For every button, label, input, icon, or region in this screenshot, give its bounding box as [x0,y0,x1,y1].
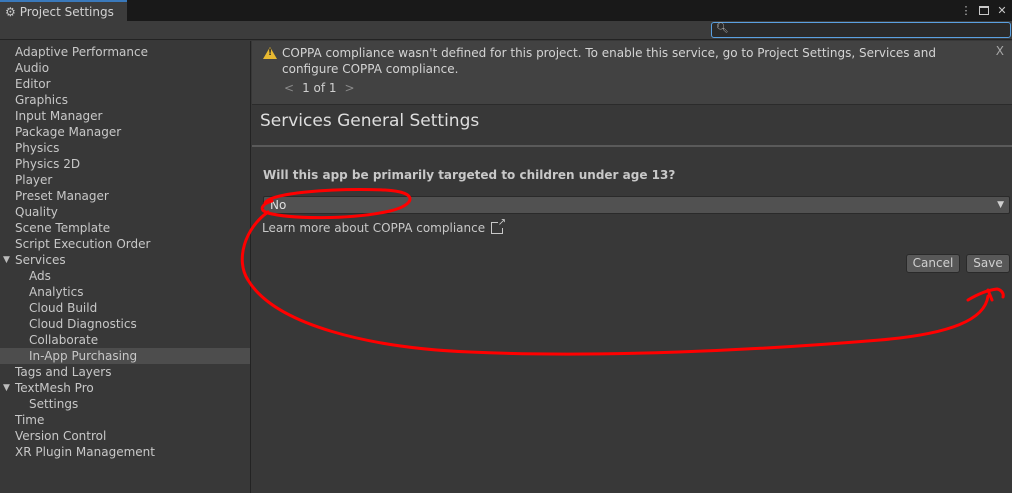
sidebar-item-label: Input Manager [15,109,103,123]
sidebar-item-quality[interactable]: Quality [0,204,250,220]
sidebar-item-label: In-App Purchasing [29,349,138,363]
sidebar-item-label: Physics [15,141,60,155]
coppa-dropdown[interactable]: No ▼ [263,196,1010,214]
sidebar-item-label: Graphics [15,93,68,107]
learn-more-label: Learn more about COPPA compliance [262,221,486,235]
tab-project-settings[interactable]: ⚙ Project Settings [0,0,127,21]
warning-text: COPPA compliance wasn't defined for this… [282,46,936,76]
external-link-icon [491,217,507,234]
sidebar-item-tags-and-layers[interactable]: Tags and Layers [0,364,250,380]
sidebar-item-label: Services [15,253,66,267]
sidebar-item-label: XR Plugin Management [15,445,155,459]
cancel-button[interactable]: Cancel [906,254,960,273]
main-panel: COPPA compliance wasn't defined for this… [252,41,1012,493]
sidebar-item-collaborate[interactable]: Collaborate [0,332,250,348]
coppa-warning-banner: COPPA compliance wasn't defined for this… [252,41,1012,105]
pager-next-button[interactable]: > [345,81,355,95]
window-controls: ⋮ ✕ [959,1,1009,20]
title-bar: ⚙ Project Settings ⋮ ✕ [0,0,1012,21]
sidebar-item-time[interactable]: Time [0,412,250,428]
sidebar-item-label: Editor [15,77,51,91]
save-button[interactable]: Save [966,254,1010,273]
search-icon: 🔍︎ [716,23,729,34]
pager-prev-button[interactable]: < [284,81,294,95]
sidebar-item-cloud-build[interactable]: Cloud Build [0,300,250,316]
toolbar: 🔍︎ [0,21,1012,40]
sidebar-item-label: Analytics [29,285,84,299]
sidebar-item-label: Settings [29,397,79,411]
expand-caret-icon[interactable]: ▼ [3,380,10,396]
sidebar-item-physics[interactable]: Physics [0,140,250,156]
sidebar-item-label: Tags and Layers [15,365,112,379]
sidebar-item-in-app-purchasing[interactable]: In-App Purchasing [0,348,250,364]
dropdown-value: No [270,198,287,212]
page-title: Services General Settings [260,111,480,131]
sidebar-item-settings[interactable]: Settings [0,396,250,412]
sidebar-item-label: Physics 2D [15,157,81,171]
sidebar-item-label: Cloud Build [29,301,98,315]
sidebar-item-analytics[interactable]: Analytics [0,284,250,300]
expand-caret-icon[interactable]: ▼ [3,252,10,268]
sidebar-item-cloud-diagnostics[interactable]: Cloud Diagnostics [0,316,250,332]
sidebar-item-input-manager[interactable]: Input Manager [0,108,250,124]
sidebar-item-physics-2d[interactable]: Physics 2D [0,156,250,172]
sidebar-item-label: Cloud Diagnostics [29,317,137,331]
sidebar-item-package-manager[interactable]: Package Manager [0,124,250,140]
sidebar-item-label: Audio [15,61,50,75]
sidebar-item-label: Time [15,413,45,427]
sidebar-item-label: Quality [15,205,58,219]
tab-title: Project Settings [19,4,114,19]
sidebar-item-audio[interactable]: Audio [0,60,250,76]
sidebar-item-xr-plugin-management[interactable]: XR Plugin Management [0,444,250,460]
sidebar-item-label: Adaptive Performance [15,45,148,59]
sidebar-item-editor[interactable]: Editor [0,76,250,92]
sidebar-item-label: Player [15,173,53,187]
more-options-icon[interactable]: ⋮ [959,4,973,18]
sidebar-item-version-control[interactable]: Version Control [0,428,250,444]
sidebar-item-label: Ads [29,269,51,283]
sidebar-item-label: TextMesh Pro [15,381,94,395]
close-window-button[interactable]: ✕ [995,4,1009,18]
gear-icon: ⚙ [5,4,16,19]
sidebar-item-label: Collaborate [29,333,99,347]
warning-icon [263,47,277,59]
maximize-button[interactable] [977,4,991,18]
title-divider [252,145,1012,147]
sidebar-item-ads[interactable]: Ads [0,268,250,284]
sidebar-item-player[interactable]: Player [0,172,250,188]
sidebar-item-graphics[interactable]: Graphics [0,92,250,108]
settings-sidebar: Adaptive Performance Audio Editor Graphics I… [0,41,251,493]
sidebar-item-scene-template[interactable]: Scene Template [0,220,250,236]
sidebar-item-label: Package Manager [15,125,122,139]
sidebar-item-services[interactable]: ▼ Services [0,252,250,268]
sidebar-item-label: Version Control [15,429,107,443]
sidebar-item-label: Script Execution Order [15,237,151,251]
sidebar-item-textmesh-pro[interactable]: ▼ TextMesh Pro [0,380,250,396]
learn-more-link[interactable]: Learn more about COPPA compliance [262,217,507,235]
coppa-question-label: Will this app be primarily targeted to c… [263,168,676,182]
sidebar-item-adaptive-performance[interactable]: Adaptive Performance [0,44,250,60]
warning-close-button[interactable]: X [996,44,1004,58]
sidebar-item-script-execution-order[interactable]: Script Execution Order [0,236,250,252]
search-input[interactable] [728,23,1006,37]
warning-pager: < 1 of 1 > [284,81,355,95]
sidebar-item-label: Scene Template [15,221,111,235]
sidebar-item-label: Preset Manager [15,189,109,203]
chevron-down-icon: ▼ [997,200,1004,210]
sidebar-item-preset-manager[interactable]: Preset Manager [0,188,250,204]
search-box[interactable]: 🔍︎ [711,22,1011,38]
pager-text: 1 of 1 [302,81,337,95]
